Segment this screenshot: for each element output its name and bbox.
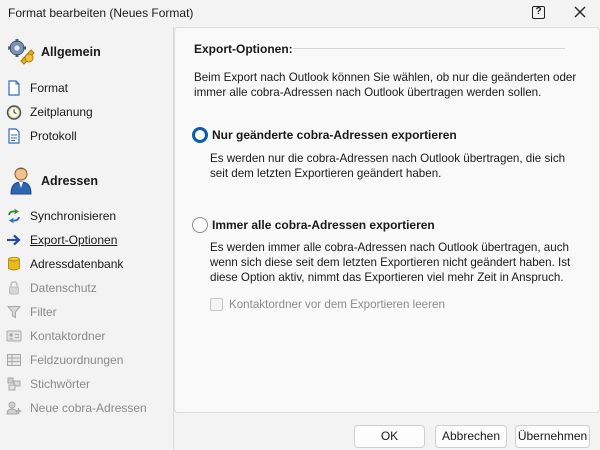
window-title: Format bearbeiten (Neues Format) [8,6,194,20]
sidebar-item-stichwoerter[interactable]: Stichwörter [6,375,168,393]
radio-button[interactable] [192,217,208,233]
sidebar-item-adressdatenbank[interactable]: Adressdatenbank [6,255,168,273]
radio-label[interactable]: Nur geänderte cobra-Adressen exportieren [212,128,457,142]
dialog-footer: OK Abbrechen Übernehmen [173,413,600,450]
sidebar: Allgemein Format Zeitplanung Protokoll A… [0,27,173,450]
group-divider [293,48,565,49]
new-address-icon [6,401,22,415]
contact-card-icon [6,330,22,342]
arrow-right-icon [7,234,21,246]
close-icon[interactable] [572,4,588,20]
lock-icon [9,281,19,295]
sidebar-item-filter[interactable]: Filter [6,303,168,321]
option-description: Es werden nur die cobra-Adressen nach Ou… [210,152,566,180]
sidebar-item-label: Adressdatenbank [30,257,124,271]
sidebar-item-label: Stichwörter [30,377,91,391]
person-icon [10,167,32,195]
sidebar-item-label: Datenschutz [30,281,97,295]
sidebar-item-label: Export-Optionen [30,233,118,247]
radio-always-all[interactable]: Immer alle cobra-Adressen exportieren [192,216,572,234]
sidebar-item-datenschutz[interactable]: Datenschutz [6,279,168,297]
sidebar-item-label: Neue cobra-Adressen [30,401,147,415]
database-icon [8,256,20,271]
title-bar: Format bearbeiten (Neues Format) ? [0,0,600,27]
sidebar-item-protokoll[interactable]: Protokoll [6,127,168,145]
sidebar-item-neue-cobra-adressen[interactable]: Neue cobra-Adressen [6,399,168,417]
filter-icon [6,306,22,319]
cancel-button[interactable]: Abbrechen [435,425,507,448]
radio-only-changed[interactable]: Nur geänderte cobra-Adressen exportieren [192,126,572,144]
sidebar-item-export-optionen[interactable]: Export-Optionen [6,231,168,249]
sidebar-item-label: Zeitplanung [30,105,93,119]
log-icon [8,128,20,144]
sidebar-item-synchronisieren[interactable]: Synchronisieren [6,207,168,225]
intro-text: Beim Export nach Outlook können Sie wähl… [194,71,577,99]
gears-icon [8,39,35,65]
sidebar-item-label: Format [30,81,69,95]
sidebar-item-label: Kontaktordner [30,329,106,343]
sidebar-item-kontaktordner[interactable]: Kontaktordner [6,327,168,345]
ok-button[interactable]: OK [354,425,425,448]
radio-label[interactable]: Immer alle cobra-Adressen exportieren [212,218,435,232]
checkbox[interactable] [210,298,223,311]
main-content: Export-Optionen: Beim Export nach Outloo… [173,27,600,413]
sidebar-item-label: Feldzuordnungen [30,353,124,367]
export-options-panel: Export-Optionen: Beim Export nach Outloo… [174,27,600,413]
radio-button-checked[interactable] [192,127,208,143]
clock-icon [6,105,22,120]
sidebar-item-zeitplanung[interactable]: Zeitplanung [6,103,168,121]
sync-icon [8,208,20,224]
sidebar-item-label: Protokoll [30,129,77,143]
sidebar-item-format[interactable]: Format [6,79,168,97]
section-header-adressen: Adressen [6,165,166,197]
section-header-allgemein: Allgemein [6,36,166,68]
section-label: Allgemein [41,45,101,59]
sidebar-item-label: Synchronisieren [30,209,117,223]
sidebar-item-label: Filter [30,305,57,319]
table-icon [7,354,21,366]
section-label: Adressen [41,174,98,188]
apply-button[interactable]: Übernehmen [515,425,590,448]
checkbox-clear-contact-folder[interactable]: Kontaktordner vor dem Exportieren leeren [210,297,470,313]
option-description: Es werden immer alle cobra-Adressen nach… [210,241,571,284]
keywords-icon [7,377,21,391]
checkbox-label: Kontaktordner vor dem Exportieren leeren [229,298,445,311]
document-icon [8,80,20,96]
help-icon[interactable]: ? [532,6,545,19]
sidebar-item-feldzuordnungen[interactable]: Feldzuordnungen [6,351,168,369]
group-title: Export-Optionen: [194,42,293,56]
